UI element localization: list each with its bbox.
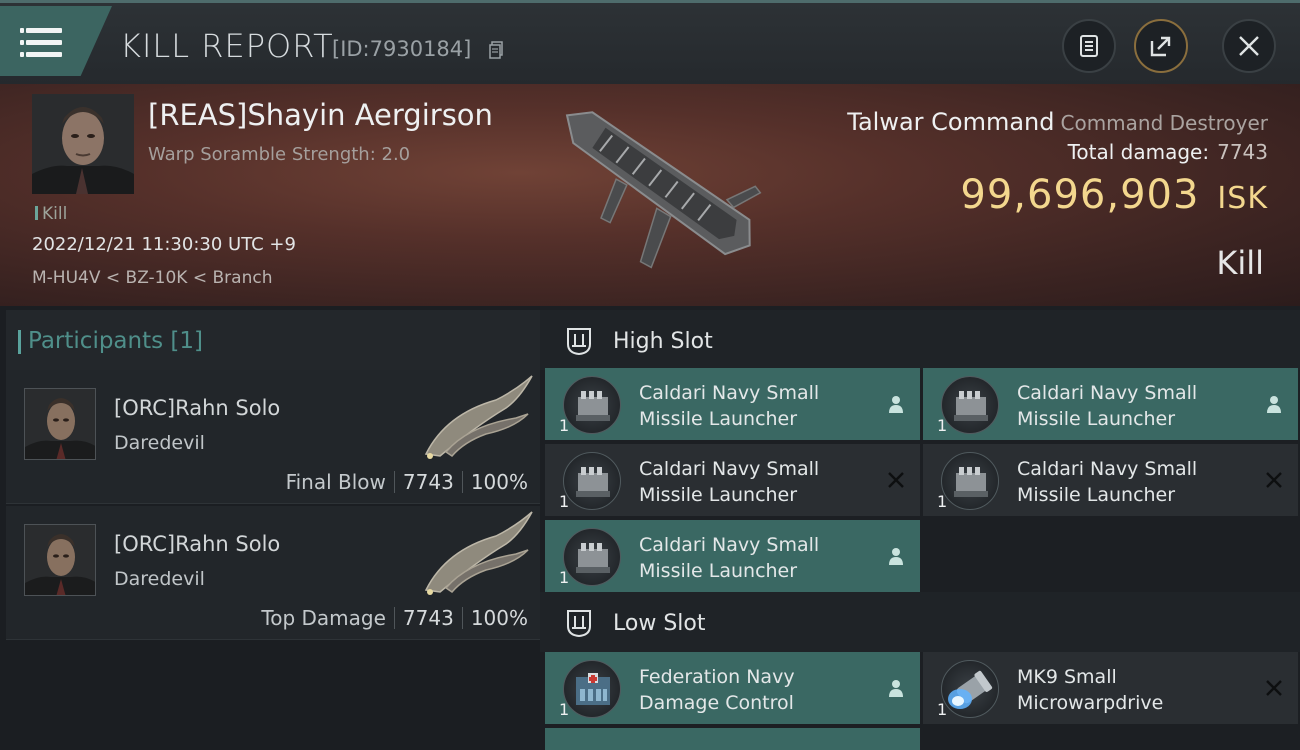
missile-launcher-icon: [563, 376, 621, 434]
participant-ship: Daredevil: [114, 432, 205, 454]
missile-launcher-icon: [941, 452, 999, 510]
participant-avatar: [24, 524, 96, 596]
module-name: Caldari Navy Small Missile Launcher: [639, 458, 820, 506]
person-icon: [889, 548, 903, 565]
fitted-module[interactable]: 1 Caldari Navy Small Missile Launcher: [545, 520, 920, 592]
close-button[interactable]: [1222, 19, 1276, 73]
title-bar: KILL REPORT [ID:7930184]: [0, 0, 1300, 84]
fitted-module[interactable]: 1 Caldari Navy Small Missile Launcher: [923, 444, 1298, 516]
victim-summary: [REAS]Shayin Aergirson Warp Soramble Str…: [0, 84, 1300, 306]
victim-name[interactable]: [REAS]Shayin Aergirson: [148, 98, 493, 132]
participant-ship-image: [424, 511, 533, 595]
participant-stats: Top Damage 7743 100%: [261, 606, 528, 630]
module-name: Caldari Navy Small Missile Launcher: [1017, 458, 1198, 506]
low-slot-header: Low Slot: [540, 592, 1300, 652]
module-quantity: 1: [559, 700, 570, 719]
slot-title: Low Slot: [613, 611, 706, 636]
participants-title: Participants [1]: [18, 328, 203, 354]
result-label: Kill: [1216, 244, 1264, 282]
participant-card[interactable]: [ORC]Rahn Solo Daredevil Top Damage 7743 1…: [6, 506, 540, 640]
x-icon: [1266, 472, 1282, 488]
participant-name: [ORC]Rahn Solo: [114, 532, 281, 556]
participant-percent: 100%: [470, 606, 528, 630]
module-quantity: 1: [559, 416, 570, 435]
page-title: KILL REPORT: [120, 27, 334, 65]
module-name: Caldari Navy Small Missile Launcher: [639, 534, 820, 582]
isk-unit: ISK: [1217, 181, 1268, 216]
victim-portrait[interactable]: [32, 94, 134, 194]
isk-value: 99,696,903 ISK: [960, 172, 1268, 218]
module-name: MK9 Small Microwarpdrive: [1017, 666, 1164, 714]
damage-control-icon: [563, 660, 621, 718]
microwarpdrive-icon: [941, 660, 999, 718]
module-quantity: 1: [937, 492, 948, 511]
kill-tag: Kill: [35, 204, 67, 224]
module-name: Caldari Navy Small Missile Launcher: [639, 382, 820, 430]
participant-stats: Final Blow 7743 100%: [286, 470, 528, 494]
clipboard-icon: [1080, 35, 1098, 57]
person-icon: [889, 396, 903, 413]
participant-avatar: [24, 388, 96, 460]
module-quantity: 1: [559, 492, 570, 511]
kill-location: M-HU4V < BZ-10K < Branch: [32, 268, 273, 288]
fitted-module[interactable]: 1 Caldari Navy Small Missile Launcher: [545, 444, 920, 516]
module-quantity: 1: [937, 416, 948, 435]
participant-name: [ORC]Rahn Solo: [114, 396, 281, 420]
missile-launcher-icon: [563, 528, 621, 586]
participant-ship-image: [424, 375, 533, 459]
participant-percent: 100%: [470, 470, 528, 494]
participant-damage: 7743: [402, 606, 454, 630]
module-quantity: 1: [559, 568, 570, 587]
notes-button[interactable]: [1062, 19, 1116, 73]
total-damage-label: Total damage:: [1067, 140, 1210, 164]
high-slot-header: High Slot: [540, 310, 1300, 370]
ship-class: Command Destroyer: [1060, 111, 1269, 135]
kill-datetime: 2022/12/21 11:30:30 UTC +9: [32, 234, 296, 255]
fitted-module[interactable]: 1 Federation Navy Damage Control: [545, 652, 920, 724]
participant-damage: 7743: [402, 470, 454, 494]
fitted-module[interactable]: 1 Caldari Navy Small Missile Launcher: [923, 368, 1298, 440]
participant-role: Top Damage: [261, 606, 386, 630]
copy-icon[interactable]: [489, 41, 503, 59]
close-icon: [1239, 36, 1259, 56]
fitted-module[interactable]: 1 Caldari Navy Small Missile Launcher: [545, 368, 920, 440]
participant-ship: Daredevil: [114, 568, 205, 590]
module-name: Federation Navy Damage Control: [639, 666, 795, 714]
total-damage: Total damage: 7743: [1068, 140, 1268, 164]
person-icon: [1267, 396, 1281, 413]
participant-role: Final Blow: [285, 470, 386, 494]
missile-launcher-icon: [563, 452, 621, 510]
warp-scramble-strength: Warp Soramble Strength: 2.0: [148, 144, 411, 165]
victim-ship-type[interactable]: Talwar Command Command Destroyer: [847, 108, 1268, 136]
person-icon: [889, 680, 903, 697]
share-icon: [1150, 36, 1171, 57]
ship-name: Talwar Command: [847, 108, 1055, 136]
victim-ship-image[interactable]: [520, 88, 800, 303]
missile-launcher-icon: [941, 376, 999, 434]
module-name: Caldari Navy Small Missile Launcher: [1017, 382, 1198, 430]
fitted-module[interactable]: 1 MK9 Small Microwarpdrive: [923, 652, 1298, 724]
kill-id: [ID:7930184]: [332, 37, 472, 61]
slot-title: High Slot: [613, 329, 713, 354]
fitting-panel: High Slot 1 Caldari Navy Small Missile La…: [540, 306, 1300, 750]
menu-button[interactable]: [0, 6, 112, 76]
fitted-module-partial[interactable]: [545, 728, 920, 750]
module-quantity: 1: [937, 700, 948, 719]
x-icon: [1266, 680, 1282, 696]
participants-header[interactable]: Participants [1]: [6, 310, 540, 370]
participants-panel: Participants [1] [ORC]Rahn Solo Daredevi…: [0, 306, 540, 750]
total-damage-value: 7743: [1217, 140, 1268, 164]
slot-badge-icon: [567, 610, 591, 638]
participant-card[interactable]: [ORC]Rahn Solo Daredevil Final Blow 7743 1…: [6, 370, 540, 504]
x-icon: [888, 472, 904, 488]
hamburger-menu-icon: [20, 28, 62, 58]
slot-badge-icon: [567, 328, 591, 356]
isk-amount: 99,696,903: [960, 172, 1200, 218]
share-button[interactable]: [1134, 19, 1188, 73]
